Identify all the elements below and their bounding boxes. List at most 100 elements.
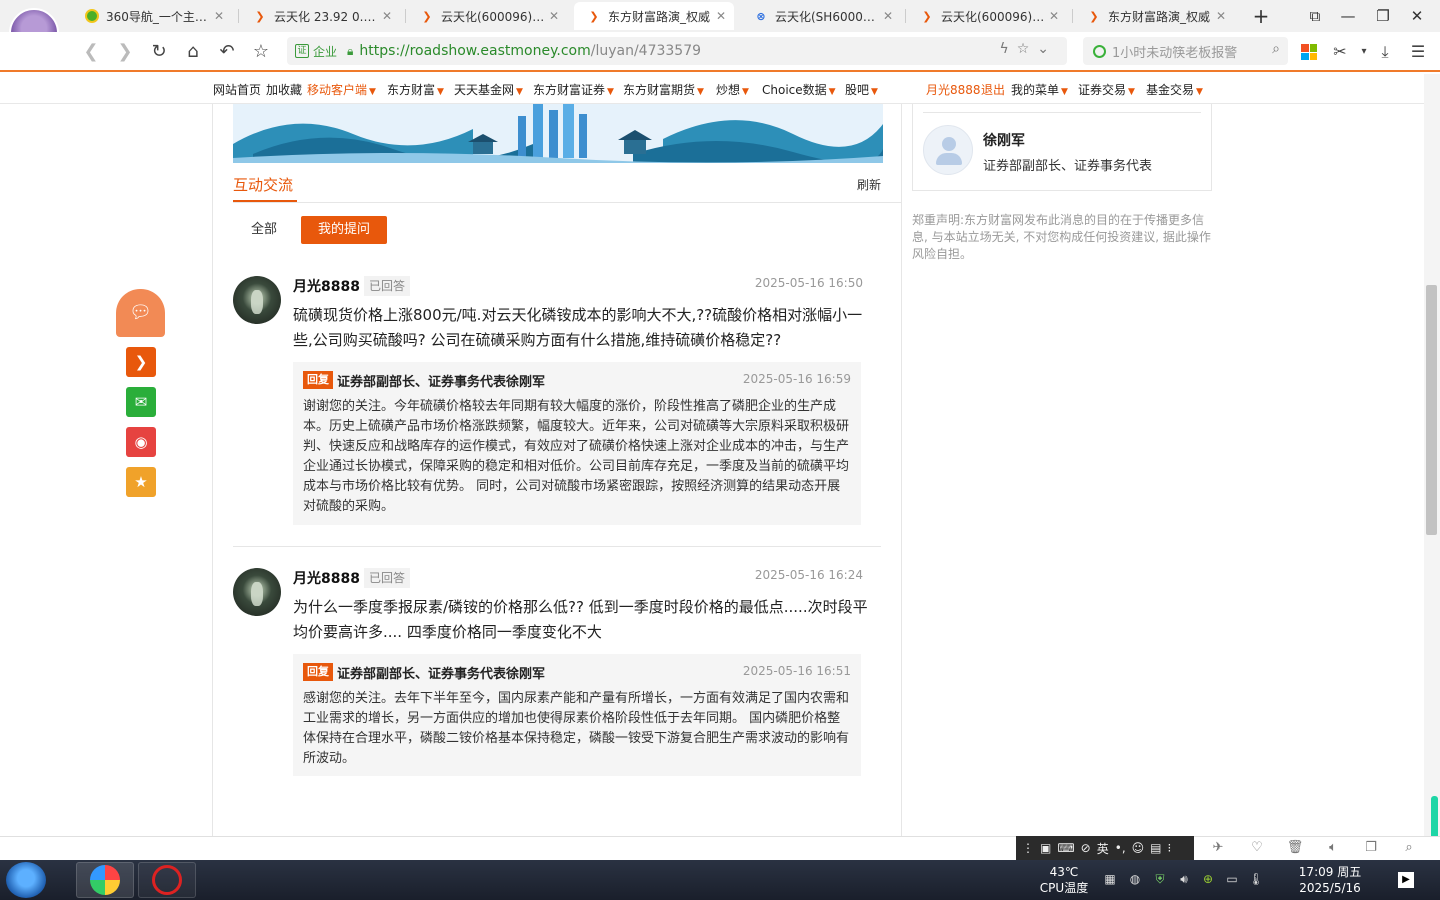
chevron-down-icon: ▼ <box>1128 87 1135 97</box>
address-tools[interactable]: ϟ☆⌄ <box>999 41 1057 57</box>
tab-list-icon[interactable]: ⧉ <box>1300 4 1330 28</box>
close-icon[interactable]: ✕ <box>1214 9 1228 23</box>
download-icon[interactable]: ⤓ <box>1373 40 1397 64</box>
search-icon[interactable]: ⌕ <box>1272 41 1280 57</box>
close-icon[interactable]: ✕ <box>212 9 226 23</box>
nav-mobile-client[interactable]: 移动客户端 ▼ <box>307 81 376 98</box>
question-user[interactable]: 月光8888 <box>293 568 360 588</box>
reply-tag: 回复 <box>303 371 333 389</box>
ime-app-icon[interactable]: ▣ <box>1040 841 1051 855</box>
nav-bookmark[interactable]: 加收藏 <box>266 81 302 98</box>
trash-icon[interactable]: 🗑︎ <box>1285 840 1305 858</box>
refresh-button[interactable]: 刷新 <box>857 176 881 193</box>
apps-grid-icon[interactable] <box>1297 40 1321 64</box>
menu-icon[interactable]: ☰ <box>1406 40 1430 64</box>
zoom-icon[interactable]: ⌕ <box>1399 840 1419 858</box>
tray-app-icon[interactable]: ▦ <box>1102 872 1118 888</box>
tab-yuntianhua-guba-2[interactable]: ❯ 云天化(600096)股吧 ✕ <box>907 2 1067 30</box>
close-window-icon[interactable]: ✕ <box>1402 4 1432 28</box>
nav-home[interactable]: 网站首页 <box>213 81 261 98</box>
tab-interaction[interactable]: 互动交流 <box>233 174 293 195</box>
ime-lang[interactable]: 英 <box>1097 840 1109 857</box>
reply-time: 2025-05-16 16:59 <box>742 372 851 386</box>
guest-profile-card: 徐刚军 证券部副部长、证券事务代表 <box>912 104 1212 191</box>
taskbar-browser-icon[interactable] <box>76 862 134 898</box>
close-icon[interactable]: ✕ <box>547 9 561 23</box>
new-tab-button[interactable]: + <box>1246 4 1276 28</box>
nav-choice[interactable]: Choice数据 ▼ <box>762 81 836 98</box>
wechat-icon[interactable]: ✉ <box>126 387 156 417</box>
eastmoney-share-icon[interactable]: ❯ <box>126 347 156 377</box>
home-icon[interactable]: ⌂ <box>180 39 206 65</box>
360-icon <box>84 8 100 24</box>
avatar[interactable] <box>233 276 281 324</box>
filter-all-button[interactable]: 全部 <box>237 216 291 244</box>
back-icon[interactable]: ❮ <box>78 39 104 65</box>
nav-futures[interactable]: 东方财富期货 ▼ <box>623 81 704 98</box>
reload-icon[interactable]: ↻ <box>146 39 172 65</box>
system-clock[interactable]: 17:09 周五 2025/5/16 <box>1290 864 1370 896</box>
speed-icon[interactable]: ✈ <box>1208 840 1228 858</box>
nav-logout[interactable]: 退出 <box>981 81 1005 98</box>
window-icon[interactable]: ❐ <box>1361 840 1381 858</box>
ime-skin-icon[interactable]: ☺ <box>1132 841 1145 855</box>
nav-tiantian-fund[interactable]: 天天基金网 ▼ <box>454 81 523 98</box>
nav-guba[interactable]: 股吧 ▼ <box>845 81 878 98</box>
start-button[interactable] <box>6 862 46 898</box>
avatar[interactable] <box>233 568 281 616</box>
shield-icon[interactable]: ⛨ <box>1152 872 1168 888</box>
nav-eastmoney[interactable]: 东方财富 ▼ <box>387 81 444 98</box>
tray-360-icon[interactable]: ⊕ <box>1200 872 1216 888</box>
weibo-icon[interactable]: ◉ <box>126 427 156 457</box>
question-text: 为什么一季度季报尿素/磷铵的价格那么低?? 低到一季度时段价格的最低点.....… <box>293 598 868 641</box>
close-icon[interactable]: ✕ <box>380 9 394 23</box>
question-user[interactable]: 月光8888 <box>293 276 360 296</box>
tab-yuntianhua-quote[interactable]: ❯ 云天化 23.92 0.52(2 ✕ <box>240 2 400 30</box>
show-desktop-icon[interactable]: ▶ <box>1398 872 1414 888</box>
taskbar-stock-app-icon[interactable] <box>138 862 196 898</box>
tab-yuntianhua-guba[interactable]: ❯ 云天化(600096)股吧 ✕ <box>407 2 567 30</box>
undo-icon[interactable]: ↶ <box>214 39 240 65</box>
scrollbar-thumb[interactable] <box>1426 285 1437 535</box>
chat-icon[interactable]: 💬︎ <box>116 289 165 337</box>
close-icon[interactable]: ✕ <box>714 9 728 23</box>
nav-username[interactable]: 月光8888 <box>926 81 981 98</box>
close-icon[interactable]: ✕ <box>881 9 895 23</box>
restore-icon[interactable]: ❐ <box>1368 4 1398 28</box>
tray-browser-icon[interactable]: ◍ <box>1127 872 1143 888</box>
tab-roadshow-2[interactable]: ❯ 东方财富路演_权威 ✕ <box>1074 2 1234 30</box>
eastmoney-icon: ❯ <box>1089 9 1099 23</box>
nav-securities[interactable]: 东方财富证券 ▼ <box>533 81 614 98</box>
tab-xueqiu[interactable]: ⊗ 云天化(SH600096)股 ✕ <box>741 2 901 30</box>
search-input[interactable]: 1小时未动筷老板报警 ⌕ <box>1083 37 1288 65</box>
address-bar[interactable]: 证 企业 🔒︎ https://roadshow.eastmoney.com/l… <box>287 37 1067 65</box>
ime-block-icon[interactable]: ⊘ <box>1081 841 1091 855</box>
tab-360-nav[interactable]: 360导航_一个主页， ✕ <box>72 2 232 30</box>
thermometer-icon[interactable]: 🌡︎ <box>1248 872 1264 888</box>
guest-avatar-icon <box>923 125 973 175</box>
scissors-icon[interactable]: ✂ <box>1328 40 1352 64</box>
nav-stock-trade[interactable]: 证券交易 ▼ <box>1078 81 1135 98</box>
sound-icon[interactable]: 🔈︎ <box>1323 840 1343 858</box>
ime-more-icon[interactable]: ⁝ <box>1168 841 1172 855</box>
ime-punct-icon[interactable]: •, <box>1115 841 1126 855</box>
volume-icon[interactable]: 🔊︎ <box>1176 872 1192 888</box>
network-icon[interactable]: ▭ <box>1224 872 1240 888</box>
nav-fund-trade[interactable]: 基金交易 ▼ <box>1146 81 1203 98</box>
minimize-icon[interactable]: — <box>1333 4 1363 28</box>
star-icon[interactable]: ☆ <box>248 39 274 65</box>
ime-toolbar[interactable]: ⋮ ▣ ⌨ ⊘ 英 •, ☺ ▤ ⁝ <box>1016 836 1194 860</box>
close-icon[interactable]: ✕ <box>1047 9 1061 23</box>
favorite-icon[interactable]: ★ <box>126 467 156 497</box>
nav-my-menu[interactable]: 我的菜单 ▼ <box>1011 81 1068 98</box>
filter-my-questions-button[interactable]: 我的提问 <box>301 216 387 244</box>
health-icon[interactable]: ♡ <box>1247 840 1267 858</box>
side-widget-handle[interactable] <box>1431 796 1438 840</box>
ime-tools-icon[interactable]: ▤ <box>1150 841 1161 855</box>
qa-item: 月光8888 已回答 2025-05-16 16:50 硫磺现货价格上涨800元… <box>233 276 883 526</box>
nav-chaoxiang[interactable]: 炒想 ▼ <box>716 81 749 98</box>
tab-roadshow-active[interactable]: ❯ 东方财富路演_权威 ✕ <box>574 2 734 30</box>
chevron-down-icon: ▼ <box>437 87 444 97</box>
forward-icon[interactable]: ❯ <box>112 39 138 65</box>
ime-keyboard-icon[interactable]: ⌨ <box>1057 841 1074 855</box>
